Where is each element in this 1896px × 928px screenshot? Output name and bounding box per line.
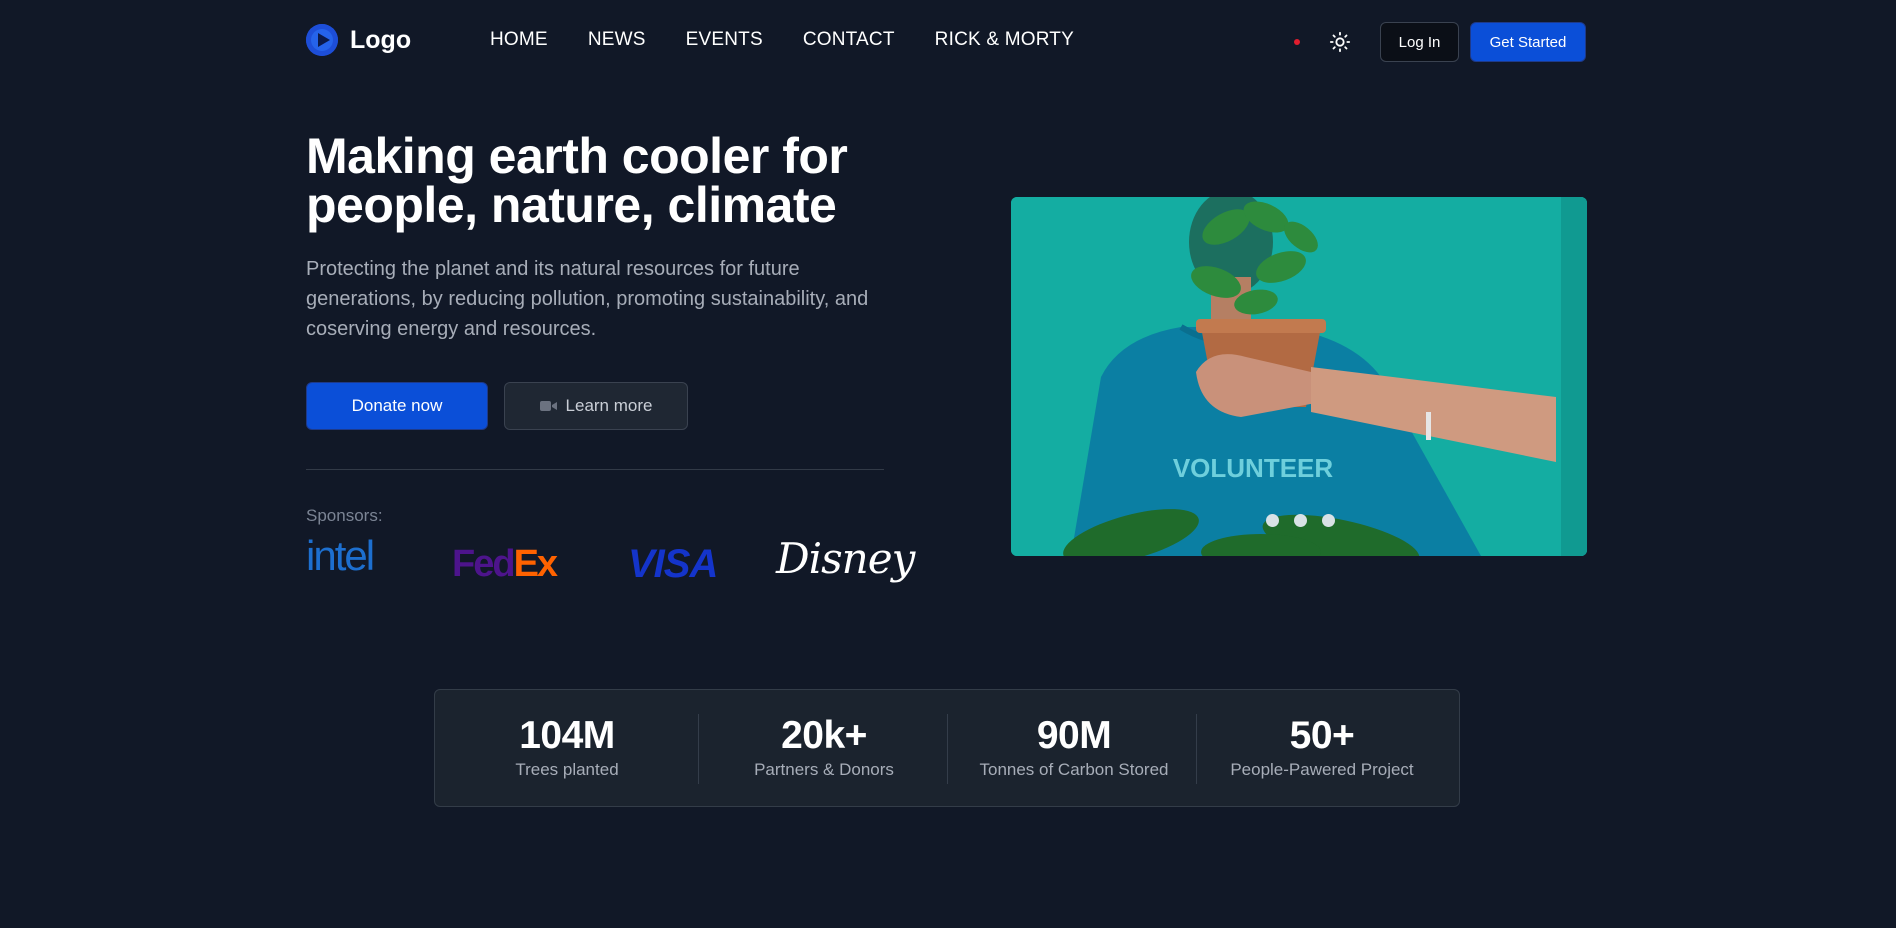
stat-label: Trees planted <box>515 760 619 779</box>
sponsor-fedex-logo[interactable]: Fed Ex <box>452 536 559 592</box>
shirt-text: VOLUNTEER <box>1173 453 1334 483</box>
volunteer-photo: VOLUNTEER <box>1011 197 1587 556</box>
log-in-button[interactable]: Log In <box>1380 22 1459 62</box>
learn-more-label: Learn more <box>565 396 653 415</box>
stat-label: Partners & Donors <box>754 760 894 779</box>
nav-rick-and-morty[interactable]: RICK & MORTY <box>935 28 1074 52</box>
sun-icon <box>1329 31 1351 53</box>
stat-carbon-stored: 90M Tonnes of Carbon Stored <box>949 690 1199 808</box>
nav-home[interactable]: HOME <box>490 28 548 52</box>
sponsor-intel-text: intel <box>306 532 375 579</box>
stat-partners-donors: 20k+ Partners & Donors <box>699 690 949 808</box>
sponsor-intel-logo[interactable]: intel <box>306 528 375 584</box>
carousel-dot-1[interactable] <box>1266 514 1279 527</box>
carousel-dot-2[interactable] <box>1294 514 1307 527</box>
sponsor-visa-logo[interactable]: VISA <box>628 536 718 592</box>
stat-divider <box>947 714 948 784</box>
hero-title: Making earth cooler for people, nature, … <box>306 128 848 233</box>
stat-trees-planted: 104M Trees planted <box>435 690 699 808</box>
theme-toggle-button[interactable] <box>1326 28 1354 56</box>
carousel-dot-3[interactable] <box>1322 514 1335 527</box>
logo[interactable]: Logo <box>306 22 411 58</box>
sponsor-disney-logo[interactable]: Disney <box>776 530 915 586</box>
main-nav: HOME NEWS EVENTS CONTACT RICK & MORTY <box>490 28 1074 52</box>
stat-value: 20k+ <box>781 714 867 757</box>
stat-value: 50+ <box>1289 714 1355 757</box>
stats-panel: 104M Trees planted 20k+ Partners & Donor… <box>434 689 1460 807</box>
donate-now-button[interactable]: Donate now <box>306 382 488 430</box>
get-started-button[interactable]: Get Started <box>1470 22 1586 62</box>
divider <box>306 469 884 470</box>
hero-image-carousel[interactable]: VOLUNTEER <box>1011 197 1587 556</box>
sponsors-label: Sponsors: <box>306 506 383 525</box>
nav-contact[interactable]: CONTACT <box>803 28 895 52</box>
stat-value: 90M <box>1036 714 1112 757</box>
learn-more-button[interactable]: Learn more <box>504 382 688 430</box>
stat-projects: 50+ People-Pawered Project <box>1197 690 1447 808</box>
logo-text: Logo <box>350 25 412 54</box>
sponsor-visa-text: VISA <box>628 541 718 586</box>
nav-events[interactable]: EVENTS <box>686 28 763 52</box>
logo-play-icon <box>306 24 338 56</box>
notification-dot <box>1294 39 1300 45</box>
stat-value: 104M <box>519 714 615 757</box>
stat-label: Tonnes of Carbon Stored <box>979 760 1169 779</box>
hero-subtitle: Protecting the planet and its natural re… <box>306 258 869 340</box>
carousel-dots <box>1011 514 1587 528</box>
video-camera-icon <box>539 401 557 411</box>
stat-label: People-Pawered Project <box>1230 760 1414 779</box>
nav-news[interactable]: NEWS <box>588 28 646 52</box>
sponsor-disney-text: Disney <box>776 533 915 583</box>
fedex-ex-text: Ex <box>513 542 559 585</box>
fedex-fed-text: Fed <box>452 542 516 585</box>
site-header: Logo HOME NEWS EVENTS CONTACT RICK & MOR… <box>0 0 1896 82</box>
